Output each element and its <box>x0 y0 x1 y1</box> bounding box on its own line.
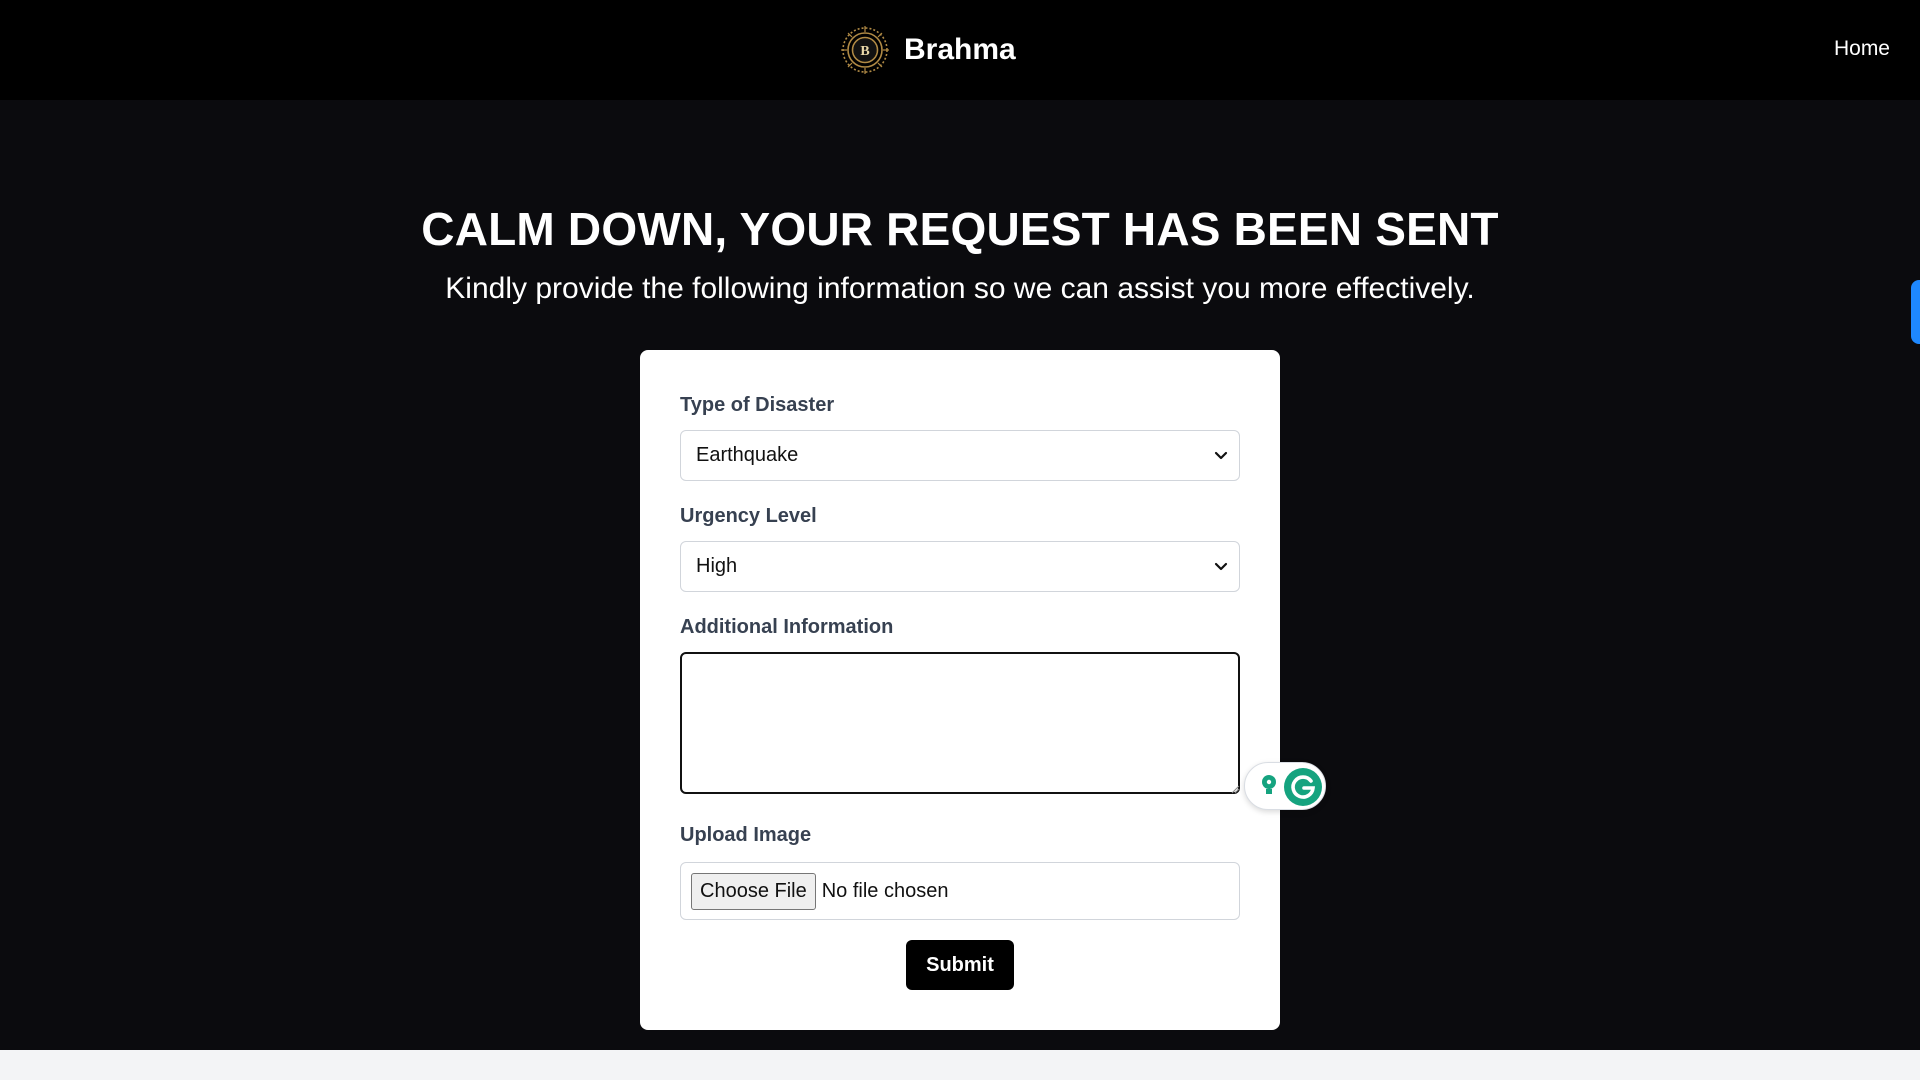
disaster-report-form: Type of Disaster Earthquake Urgency Leve… <box>640 350 1326 1030</box>
upload-image-label: Upload Image <box>680 824 812 846</box>
resize-handle-icon[interactable] <box>1230 784 1240 794</box>
additional-info-textarea[interactable] <box>680 652 1240 794</box>
brand-link[interactable]: B Brahma <box>840 25 1016 75</box>
urgency-level-select[interactable]: High <box>680 541 1240 592</box>
lightbulb-icon <box>1262 775 1276 794</box>
page-title: CALM DOWN, YOUR REQUEST HAS BEEN SENT <box>421 203 1499 255</box>
choose-file-button[interactable]: Choose File <box>691 872 816 910</box>
additional-info-label: Additional Information <box>680 616 894 638</box>
nav-home-link[interactable]: Home <box>1834 37 1890 61</box>
file-status-text: No file chosen <box>821 879 949 902</box>
chevron-down-icon <box>1214 562 1228 571</box>
chevron-down-icon <box>1214 451 1228 460</box>
brand-logo-icon: B <box>841 26 889 74</box>
disaster-type-value: Earthquake <box>696 444 799 466</box>
brand-name: Brahma <box>904 33 1016 66</box>
brand-logo-letter: B <box>860 44 869 59</box>
grammarly-widget[interactable] <box>1244 762 1326 810</box>
side-feedback-tab[interactable] <box>1911 280 1920 344</box>
submit-button[interactable]: Submit <box>906 940 1014 990</box>
upload-image-input[interactable]: Choose File No file chosen <box>680 862 1240 920</box>
disaster-type-label: Type of Disaster <box>680 394 835 416</box>
top-navbar: B Brahma Home <box>0 0 1920 100</box>
grammarly-icon <box>1284 768 1322 806</box>
urgency-level-label: Urgency Level <box>680 505 817 527</box>
hero-section: CALM DOWN, YOUR REQUEST HAS BEEN SENT Ki… <box>0 100 1920 1050</box>
urgency-level-value: High <box>696 555 738 577</box>
page-subtitle: Kindly provide the following information… <box>445 272 1475 305</box>
disaster-type-select[interactable]: Earthquake <box>680 430 1240 481</box>
